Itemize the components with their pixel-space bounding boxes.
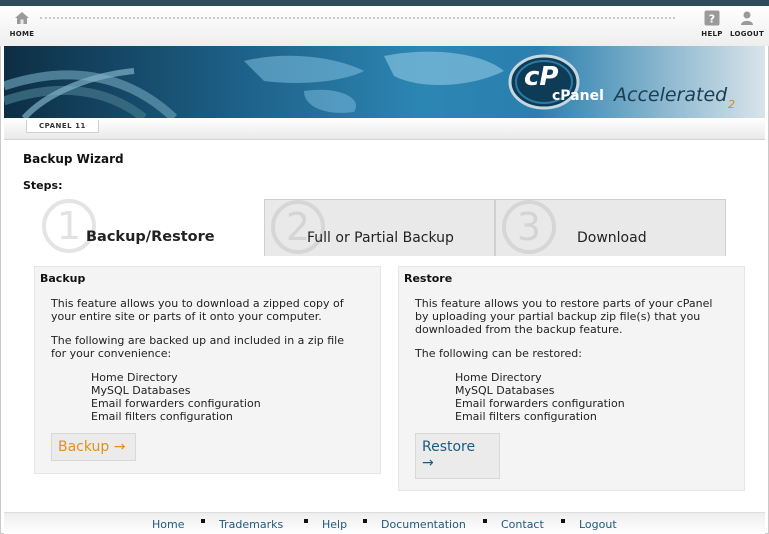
list-item: Email filters configuration bbox=[455, 410, 597, 423]
restore-button[interactable]: Restore → bbox=[415, 433, 500, 479]
footer-link-logout[interactable]: Logout bbox=[579, 518, 617, 531]
user-icon bbox=[741, 11, 753, 25]
step-3-number: 3 bbox=[502, 200, 556, 254]
theme-tabstrip: CPANEL 11 bbox=[4, 118, 765, 140]
list-item: MySQL Databases bbox=[91, 384, 191, 397]
footer: Home Trademarks Help Documentation Conta… bbox=[4, 512, 765, 534]
footer-separator bbox=[304, 519, 308, 523]
step-tab-2[interactable]: 2 Full or Partial Backup bbox=[264, 199, 495, 256]
footer-link-documentation[interactable]: Documentation bbox=[381, 518, 466, 531]
backup-list-intro-line1: The following are backed up and included… bbox=[51, 334, 344, 347]
footer-link-trademarks[interactable]: Trademarks bbox=[219, 518, 283, 531]
logout-label: LOGOUT bbox=[729, 30, 765, 38]
backup-button[interactable]: Backup → bbox=[51, 433, 136, 461]
restore-list-intro: The following can be restored: bbox=[415, 347, 582, 360]
footer-separator bbox=[483, 519, 487, 523]
backup-list-intro-line2: for your convenience: bbox=[51, 347, 172, 360]
svg-text:?: ? bbox=[709, 13, 715, 26]
steps-label: Steps: bbox=[23, 179, 63, 192]
footer-separator bbox=[561, 519, 565, 523]
step-1-label: Backup/Restore bbox=[86, 229, 215, 245]
help-button[interactable]: ? HELP bbox=[692, 10, 732, 38]
list-item: Email forwarders configuration bbox=[91, 397, 261, 410]
restore-desc-line2: by uploading your partial backup zip fil… bbox=[415, 310, 701, 323]
backup-desc-line1: This feature allows you to download a zi… bbox=[51, 297, 344, 310]
arrow-right-icon: → bbox=[422, 455, 434, 471]
home-label: HOME bbox=[9, 30, 35, 38]
page-title: Backup Wizard bbox=[23, 152, 124, 166]
list-item: Email filters configuration bbox=[91, 410, 233, 423]
step-2-label: Full or Partial Backup bbox=[307, 230, 454, 246]
brand-version: 2 bbox=[728, 98, 735, 111]
cpanel-version-tab[interactable]: CPANEL 11 bbox=[26, 120, 99, 133]
footer-separator bbox=[363, 519, 367, 523]
help-icon: ? bbox=[704, 10, 720, 26]
banner-graphic bbox=[4, 51, 580, 118]
step-tab-3[interactable]: 3 Download bbox=[495, 199, 726, 256]
step-3-label: Download bbox=[577, 230, 647, 246]
restore-items-list: Home Directory MySQL Databases Email for… bbox=[455, 371, 625, 423]
home-button[interactable]: HOME bbox=[2, 10, 42, 38]
backup-desc-line2: your entire site or parts of it onto you… bbox=[51, 310, 322, 323]
brand-cpanel: cPanel bbox=[552, 88, 604, 104]
nav-divider bbox=[40, 17, 675, 21]
restore-button-label: Restore bbox=[422, 439, 476, 455]
backup-items-list: Home Directory MySQL Databases Email for… bbox=[91, 371, 261, 423]
footer-link-help[interactable]: Help bbox=[322, 518, 347, 531]
top-nav: HOME ? HELP LOGOUT bbox=[0, 6, 769, 46]
restore-heading: Restore bbox=[404, 272, 453, 285]
help-label: HELP bbox=[701, 30, 723, 38]
home-icon bbox=[15, 12, 29, 24]
list-item: MySQL Databases bbox=[455, 384, 555, 397]
restore-desc-line1: This feature allows you to restore parts… bbox=[415, 297, 713, 310]
list-item: Home Directory bbox=[455, 371, 542, 384]
cpanel-banner: cP cPanel Accelerated 2 bbox=[4, 46, 765, 118]
backup-heading: Backup bbox=[40, 272, 86, 285]
list-item: Email forwarders configuration bbox=[455, 397, 625, 410]
footer-separator bbox=[201, 519, 205, 523]
restore-panel: Restore This feature allows you to resto… bbox=[398, 266, 745, 491]
brand-accelerated: Accelerated bbox=[614, 84, 728, 106]
footer-link-home[interactable]: Home bbox=[152, 518, 184, 531]
backup-panel: Backup This feature allows you to downlo… bbox=[34, 266, 381, 474]
restore-desc-line3: downloaded from the backup feature. bbox=[415, 323, 623, 336]
footer-link-contact[interactable]: Contact bbox=[501, 518, 544, 531]
step-tab-1[interactable]: 1 Backup/Restore bbox=[36, 199, 264, 256]
list-item: Home Directory bbox=[91, 371, 178, 384]
logout-button[interactable]: LOGOUT bbox=[727, 10, 767, 38]
